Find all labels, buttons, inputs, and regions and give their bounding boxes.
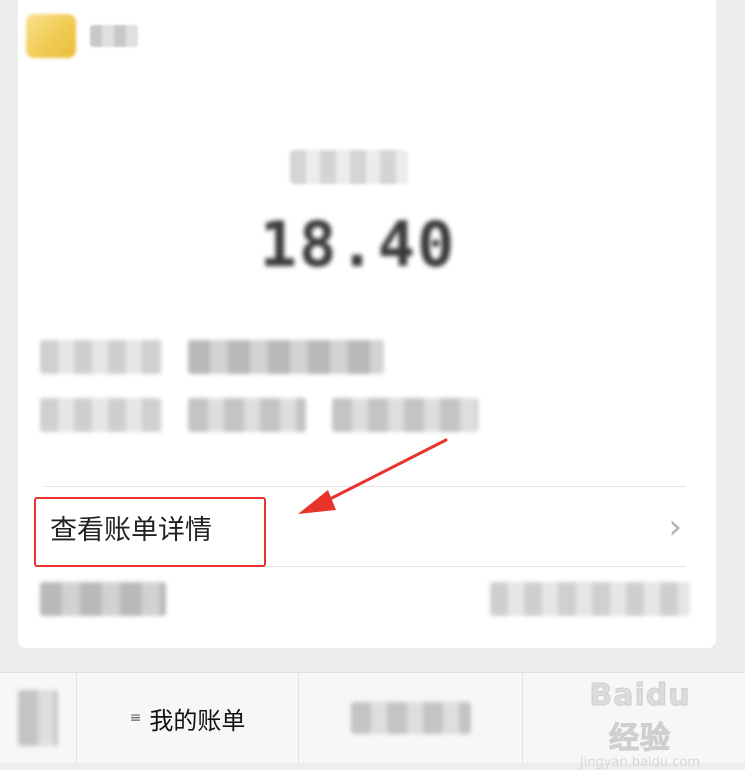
bottom-bar-middle-button[interactable]: [299, 673, 523, 763]
divider: [44, 566, 686, 567]
chevron-right-icon: ›: [668, 507, 682, 547]
bottom-bar-right-button[interactable]: [523, 673, 745, 763]
merchant-avatar: [26, 14, 76, 58]
info-label-blurred: [40, 340, 162, 374]
bottom-bar: ≡ 我的账单: [0, 672, 745, 763]
info-value-blurred: [332, 398, 478, 432]
payment-amount: 18.40: [259, 207, 457, 281]
info-value-blurred: [188, 398, 306, 432]
bottom-info-row: [40, 582, 690, 616]
info-row-2: [40, 398, 478, 432]
bottom-value-blurred: [490, 582, 690, 616]
my-bills-label: 我的账单: [149, 706, 246, 735]
amount-label-blurred: [290, 150, 408, 184]
view-bill-details-row[interactable]: 查看账单详情 ›: [18, 488, 716, 566]
bottom-bar-left-button[interactable]: [0, 673, 77, 763]
divider: [44, 486, 686, 487]
info-row-1: [40, 340, 384, 374]
info-value-blurred: [188, 340, 384, 374]
menu-icon: ≡: [129, 710, 142, 726]
bottom-label-blurred: [40, 582, 166, 616]
merchant-name-blurred: [90, 25, 138, 47]
view-bill-details-label: 查看账单详情: [50, 514, 212, 546]
merchant-header: [26, 14, 138, 58]
blurred-label: [350, 702, 471, 734]
info-label-blurred: [40, 398, 162, 432]
my-bills-button[interactable]: ≡ 我的账单: [77, 673, 299, 763]
blurred-icon: [18, 690, 58, 746]
